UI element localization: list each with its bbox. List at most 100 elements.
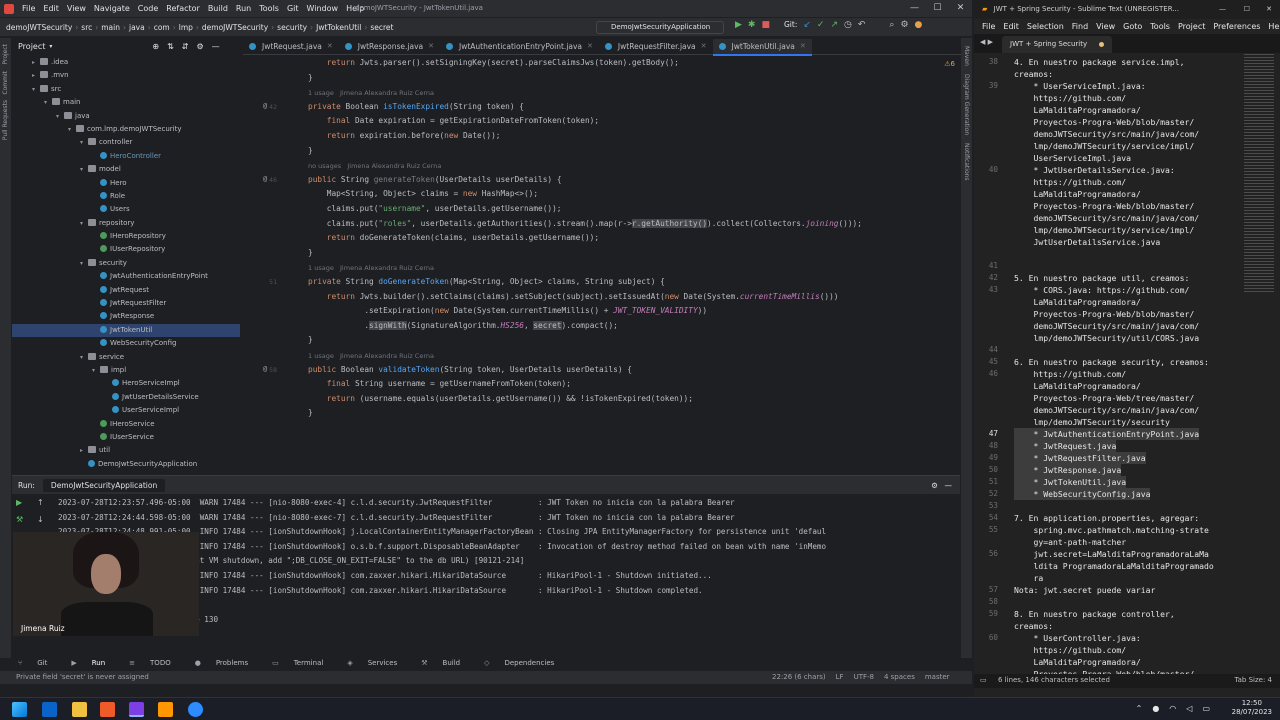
run-tab[interactable]: DemoJwtSecurityApplication	[42, 478, 166, 492]
code-line[interactable]: private String doGenerateToken(Map<Strin…	[308, 277, 665, 286]
sublime-line[interactable]: ra	[974, 572, 1274, 584]
gear-icon[interactable]: ⚙	[197, 42, 204, 51]
sublime-line[interactable]: LaMalditaProgramadora/	[974, 380, 1274, 392]
tree-item[interactable]: Role	[12, 190, 240, 203]
tool-window-services[interactable]: ◈ Services	[347, 659, 409, 667]
stop-icon[interactable]: ■	[761, 20, 770, 30]
chevron-up-icon[interactable]: ⌃	[1136, 704, 1143, 713]
build-icon[interactable]: ⚒	[16, 515, 30, 524]
breadcrumb-item[interactable]: JwtTokenUtil	[316, 23, 361, 32]
sublime-line[interactable]: 54 7. En application.properties, agregar:	[974, 512, 1274, 524]
usage-hint[interactable]: no usages Jimena Alexandra Ruiz Cerna	[308, 162, 441, 170]
sublime-line[interactable]: 41	[974, 260, 1274, 272]
mail-icon[interactable]	[42, 702, 57, 717]
sublime-line[interactable]: creamos:	[974, 620, 1274, 632]
override-marker-icon[interactable]: @	[263, 175, 267, 183]
tool-window-problems[interactable]: ● Problems	[195, 659, 260, 667]
sublime-line[interactable]: Proyectos-Progra-Web/blob/master/	[974, 200, 1274, 212]
tree-item[interactable]: IHeroService	[12, 418, 240, 431]
code-line[interactable]: .signWith(SignatureAlgorithm.HS256, secr…	[308, 320, 618, 330]
sublime-line[interactable]: gy=ant-path-matcher	[974, 536, 1274, 548]
sublime-menu-item[interactable]: Selection	[1023, 22, 1068, 31]
status-item[interactable]: 22:26 (6 chars)	[772, 673, 826, 681]
sublime-line[interactable]: https://github.com/	[974, 176, 1274, 188]
menu-item[interactable]: Navigate	[90, 4, 134, 13]
sublime-line[interactable]: demoJWTSecurity/src/main/java/com/	[974, 128, 1274, 140]
sublime-line[interactable]: 43 * CORS.java: https://github.com/	[974, 284, 1274, 296]
sublime-line[interactable]: lmp/demoJWTSecurity/service/impl/	[974, 140, 1274, 152]
sublime-line[interactable]	[974, 248, 1274, 260]
sublime-line[interactable]: 58	[974, 596, 1274, 608]
tree-item[interactable]: JwtUserDetailsService	[12, 391, 240, 404]
code-line[interactable]: return expiration.before(new Date());	[308, 131, 501, 140]
close-tab-icon[interactable]: ✕	[428, 38, 434, 55]
sublime-line[interactable]: LaMalditaProgramadora/	[974, 188, 1274, 200]
status-item[interactable]: UTF-8	[854, 673, 874, 681]
close-tab-icon[interactable]: ✕	[800, 38, 806, 55]
tree-item[interactable]: ▸ .idea	[12, 56, 240, 69]
close-icon[interactable]: ✕	[1266, 0, 1272, 19]
nav-back-icon[interactable]: ◀ ▶	[980, 38, 993, 46]
commit-tool-tab[interactable]: Commit	[2, 71, 9, 95]
sublime-line[interactable]: 46 https://github.com/	[974, 368, 1274, 380]
sublime-line[interactable]: LaMalditaProgramadora/	[974, 104, 1274, 116]
sublime-line[interactable]: demoJWTSecurity/src/main/java/com/	[974, 212, 1274, 224]
expand-arrow-icon[interactable]: ▾	[80, 163, 88, 176]
sublime-menu-item[interactable]: Project	[1174, 22, 1209, 31]
sublime-editor[interactable]: 38 4. En nuestro package service.impl, cre…	[974, 54, 1280, 674]
tree-item[interactable]: ▾ repository	[12, 217, 240, 230]
code-line[interactable]: public String generateToken(UserDetails …	[308, 175, 562, 184]
sublime-line[interactable]: 52 * WebSecurityConfig.java	[974, 488, 1274, 500]
sublime-line[interactable]: 49 * JwtRequestFilter.java	[974, 452, 1274, 464]
code-line[interactable]: }	[308, 408, 313, 417]
code-line[interactable]: final Date expiration = getExpirationDat…	[308, 116, 599, 125]
sublime-tabsize-status[interactable]: Tab Size: 4	[1235, 676, 1272, 684]
tree-item[interactable]: DemoJwtSecurityApplication	[12, 458, 240, 471]
sublime-line[interactable]: https://github.com/	[974, 644, 1274, 656]
status-item[interactable]: 4 spaces	[884, 673, 915, 681]
menu-item[interactable]: Window	[303, 4, 343, 13]
sublime-line[interactable]: 51 * JwtTokenUtil.java	[974, 476, 1274, 488]
sublime-line[interactable]: 55 spring.mvc.pathmatch.matching-strate	[974, 524, 1274, 536]
menu-item[interactable]: Run	[232, 4, 255, 13]
sublime-line[interactable]: 60 * UserController.java:	[974, 632, 1274, 644]
breadcrumb-item[interactable]: src	[81, 23, 92, 32]
sublime-line[interactable]: 39 * UserServiceImpl.java:	[974, 80, 1274, 92]
brave-browser-icon[interactable]	[100, 702, 115, 717]
search-everywhere-icon[interactable]: ⌕	[889, 20, 894, 30]
editor-tab[interactable]: JwtAuthenticationEntryPoint.java ✕	[440, 38, 599, 55]
sublime-line[interactable]: LaMalditaProgramadora/	[974, 656, 1274, 668]
editor-tab[interactable]: JwtRequest.java ✕	[243, 38, 339, 55]
code-line[interactable]: return doGenerateToken(claims, userDetai…	[308, 233, 599, 242]
intellij-icon[interactable]	[129, 702, 144, 717]
menu-item[interactable]: Edit	[39, 4, 63, 13]
editor-tab[interactable]: JwtRequestFilter.java ✕	[599, 38, 713, 55]
sublime-line[interactable]: 57 Nota: jwt.secret puede variar	[974, 584, 1274, 596]
editor-tab[interactable]: JwtResponse.java ✕	[339, 38, 440, 55]
expand-arrow-icon[interactable]: ▾	[56, 110, 64, 123]
clock[interactable]: 12:50 28/07/2023	[1232, 699, 1272, 717]
sublime-line[interactable]: ldita ProgramadoraLaMalditaProgramado	[974, 560, 1274, 572]
hide-icon[interactable]: —	[212, 42, 220, 51]
close-tab-icon[interactable]: ✕	[327, 38, 333, 55]
breadcrumb-item[interactable]: java	[129, 23, 145, 32]
run-icon[interactable]: ▶	[735, 20, 742, 30]
sublime-menu-item[interactable]: View	[1092, 22, 1119, 31]
notifications-tab[interactable]: Notifications	[963, 143, 970, 181]
sublime-line[interactable]: 53	[974, 500, 1274, 512]
sublime-line[interactable]: 42 5. En nuestro package util, creamos:	[974, 272, 1274, 284]
menu-item[interactable]: Build	[204, 4, 232, 13]
code-line[interactable]: return Jwts.builder().setClaims(claims).…	[308, 292, 839, 301]
git-update-icon[interactable]: ↙	[803, 20, 811, 30]
tree-item[interactable]: ▸ .mvn	[12, 69, 240, 82]
menu-item[interactable]: View	[63, 4, 90, 13]
sublime-line[interactable]: JwtUserDetailsService.java	[974, 236, 1274, 248]
sublime-menu-item[interactable]: Edit	[999, 22, 1023, 31]
maximize-icon[interactable]: ☐	[926, 0, 949, 17]
menu-item[interactable]: Refactor	[162, 4, 204, 13]
sublime-line[interactable]: 45 6. En nuestro package security, creamo…	[974, 356, 1274, 368]
battery-icon[interactable]: ▭	[1202, 704, 1210, 713]
usage-hint[interactable]: 1 usage Jimena Alexandra Ruiz Cerna	[308, 352, 434, 360]
minimize-icon[interactable]: —	[1219, 0, 1226, 19]
sublime-minimap[interactable]	[1244, 54, 1274, 294]
